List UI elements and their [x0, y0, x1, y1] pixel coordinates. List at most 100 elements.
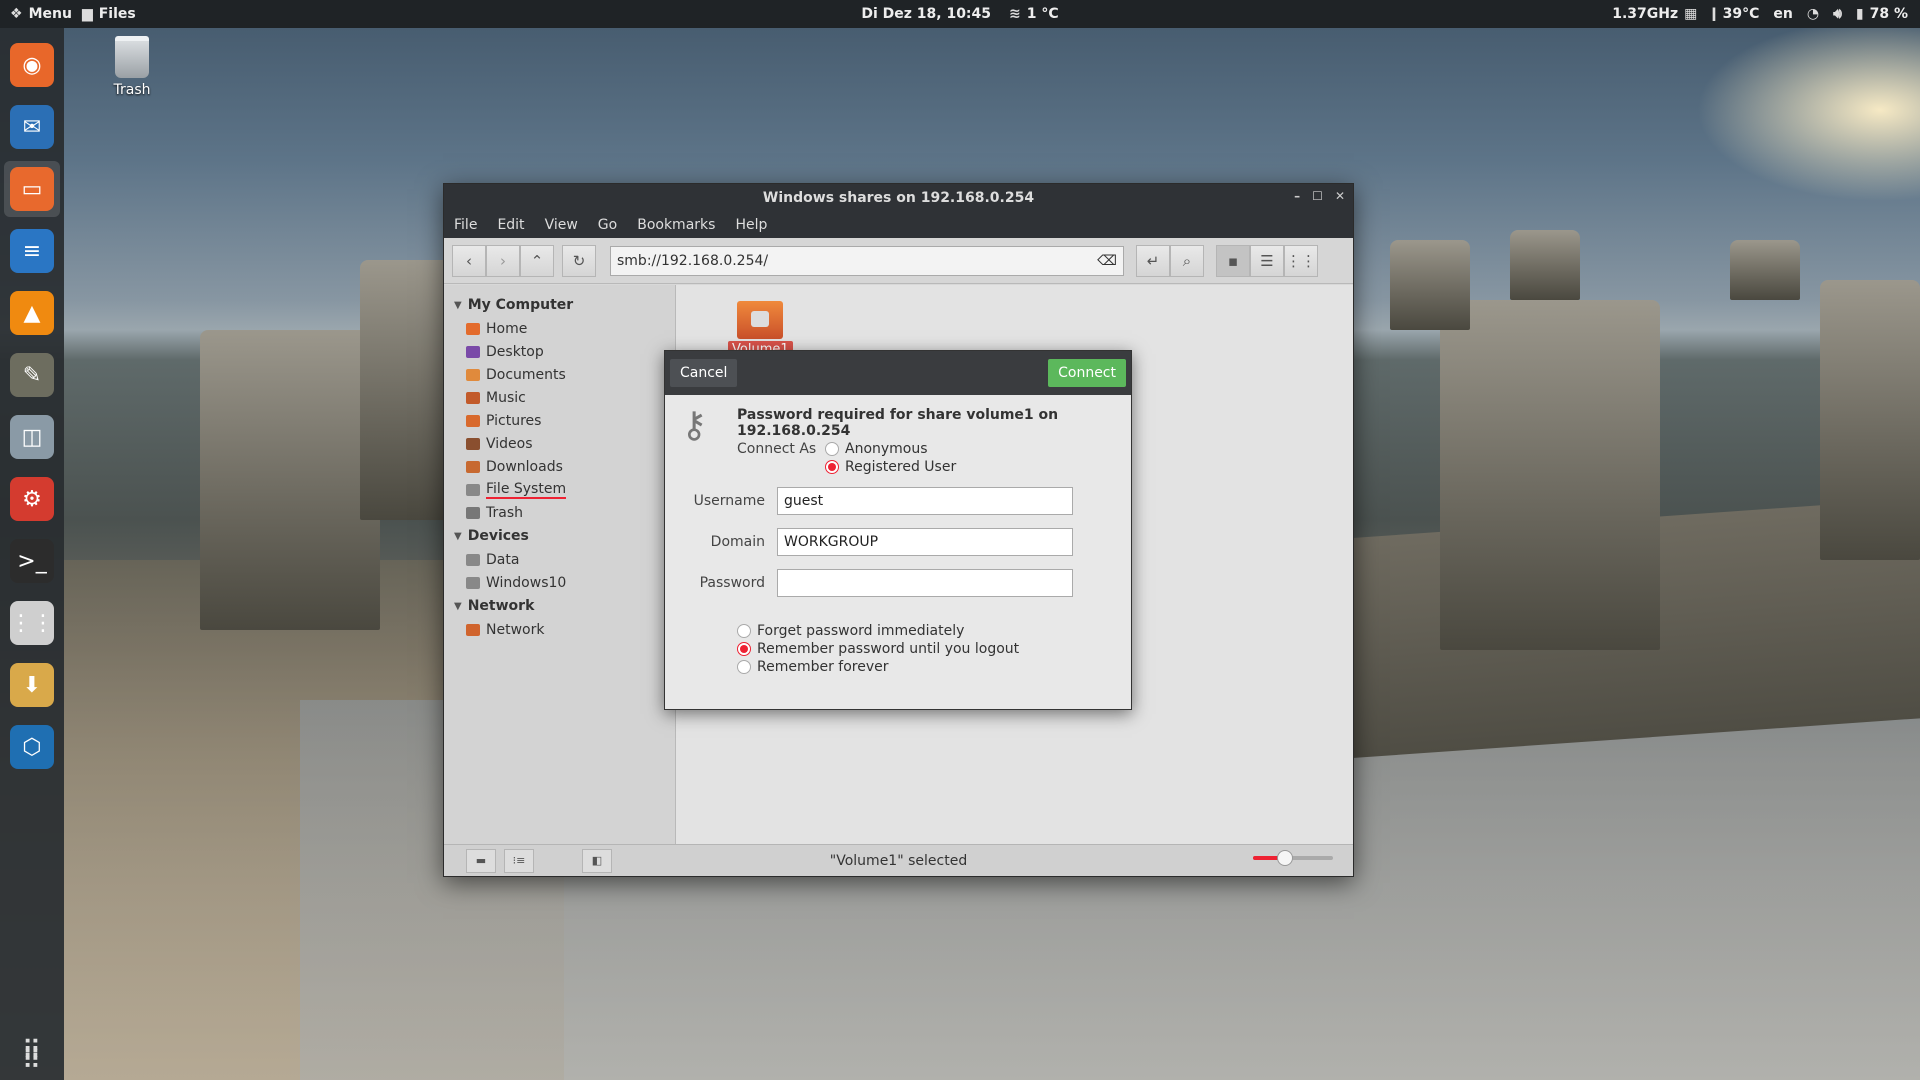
maximize-icon[interactable]: ☐ [1312, 189, 1323, 203]
hide-sidebar-button[interactable]: ◧ [582, 848, 612, 873]
menu-help[interactable]: Help [735, 217, 767, 233]
radio-remember-until-logout[interactable]: Remember password until you logout [737, 641, 1019, 657]
sidebar-item-videos[interactable]: Videos [444, 432, 675, 455]
sidebar-item-data[interactable]: Data [444, 548, 675, 571]
sidebar-item-windows10[interactable]: Windows10 [444, 571, 675, 594]
grid-icon: ▪ [1227, 251, 1239, 270]
thermometer-icon: ǀ [1711, 6, 1717, 22]
wifi-icon[interactable]: ◔ [1807, 6, 1819, 22]
files-icon: ▭ [10, 167, 54, 211]
search-button[interactable]: ⌕ [1170, 244, 1204, 277]
sidebar-item-music[interactable]: Music [444, 386, 675, 409]
show-apps-icon[interactable]: ⠿ ⠿ [0, 1038, 64, 1074]
clear-location-icon[interactable]: ⌫ [1097, 253, 1117, 269]
expander-icon: ▼ [454, 530, 462, 542]
radio-remember-forever[interactable]: Remember forever [737, 659, 889, 675]
desktop-trash[interactable]: Trash [100, 36, 164, 98]
active-app-label: Files [98, 6, 136, 22]
location-bar[interactable]: smb://192.168.0.254/ ⌫ [610, 245, 1124, 276]
sidebar-section-my-computer[interactable]: ▼ My Computer [444, 293, 675, 317]
menu-go[interactable]: Go [598, 217, 617, 233]
radio-button[interactable] [737, 642, 751, 656]
menu-edit[interactable]: Edit [497, 217, 524, 233]
icon-view-button[interactable]: ▪ [1216, 244, 1250, 277]
active-app-menu[interactable]: ▆ Files [82, 6, 136, 22]
dialog-header: Cancel Connect [665, 351, 1131, 395]
dock-item-thunderbird[interactable]: ✉ [4, 99, 60, 155]
radio-registered-user[interactable]: Registered User [825, 459, 956, 475]
folder-icon [466, 483, 480, 496]
menu-view[interactable]: View [545, 217, 578, 233]
show-treeview-button[interactable]: ⁝≡ [504, 848, 534, 873]
sidebar-item-documents[interactable]: Documents [444, 363, 675, 386]
radio-button[interactable] [825, 460, 839, 474]
temperature-indicator[interactable]: ǀ 39°C [1711, 6, 1759, 22]
sidebar-item-home[interactable]: Home [444, 317, 675, 340]
dock-item-firefox[interactable]: ◉ [4, 37, 60, 93]
cpu-indicator[interactable]: 1.37GHz ▦ [1612, 6, 1697, 22]
clock[interactable]: Di Dez 18, 10:45 ≋ 1 °C [861, 6, 1058, 22]
sidebar-item-file-system[interactable]: File System [444, 478, 675, 501]
list-view-button[interactable]: ☰ [1250, 244, 1284, 277]
radio-button[interactable] [825, 442, 839, 456]
menu-button[interactable]: ❖ Menu [10, 6, 72, 22]
dock-item-settings[interactable]: ⚙ [4, 471, 60, 527]
username-label: Username [693, 493, 765, 509]
zoom-slider-knob[interactable] [1277, 850, 1293, 866]
sidebar-item-trash[interactable]: Trash [444, 501, 675, 524]
dock-item-gimp[interactable]: ✎ [4, 347, 60, 403]
radio-button[interactable] [737, 660, 751, 674]
window-titlebar[interactable]: Windows shares on 192.168.0.254 – ☐ ✕ [444, 184, 1353, 212]
cpu-chip-icon: ▦ [1684, 6, 1698, 22]
radio-remember-until-logout-label: Remember password until you logout [757, 641, 1020, 657]
cancel-button[interactable]: Cancel [670, 359, 738, 387]
battery-indicator[interactable]: ▮ 78 % [1856, 6, 1908, 22]
dock-item-files[interactable]: ▭ [4, 161, 60, 217]
up-button[interactable]: ⌃ [520, 244, 554, 277]
radio-anonymous[interactable]: Anonymous [825, 441, 928, 457]
desktop-trash-label: Trash [113, 82, 151, 98]
radio-button[interactable] [737, 624, 751, 638]
dock-item-mixer[interactable]: ⋮⋮ [4, 595, 60, 651]
connect-button[interactable]: Connect [1048, 359, 1126, 387]
weather-fog-icon: ≋ [1009, 6, 1021, 22]
zoom-slider[interactable] [1253, 850, 1333, 866]
username-field[interactable]: guest [777, 487, 1073, 515]
password-label: Password [699, 575, 765, 591]
sidebar-section-devices[interactable]: ▼ Devices [444, 524, 675, 548]
keys-icon: ⚷ [681, 405, 708, 446]
dock-item-writer[interactable]: ≡ [4, 223, 60, 279]
folder-icon [466, 506, 480, 519]
firefox-icon: ◉ [10, 43, 54, 87]
password-field[interactable] [777, 569, 1073, 597]
sidebar-item-pictures[interactable]: Pictures [444, 409, 675, 432]
dock-item-software-center[interactable]: ◫ [4, 409, 60, 465]
places-icon: ▬ [475, 854, 487, 867]
keyboard-indicator[interactable]: en [1773, 6, 1792, 22]
menu-file[interactable]: File [454, 217, 477, 233]
radio-forget-password[interactable]: Forget password immediately [737, 623, 964, 639]
minimize-icon[interactable]: – [1294, 189, 1300, 203]
dock-item-archive[interactable]: ⬇ [4, 657, 60, 713]
toggle-location-button[interactable]: ↵ [1136, 244, 1170, 277]
sidebar-section-network[interactable]: ▼ Network [444, 594, 675, 618]
sidebar-item-label: Videos [486, 435, 533, 452]
back-button[interactable]: ‹ [452, 244, 486, 277]
dock-item-terminal[interactable]: >_ [4, 533, 60, 589]
dock-item-vlc[interactable]: ▲ [4, 285, 60, 341]
terminal-icon: >_ [10, 539, 54, 583]
forward-button[interactable]: › [486, 244, 520, 277]
sidebar-item-desktop[interactable]: Desktop [444, 340, 675, 363]
folder-icon [466, 437, 480, 450]
compact-view-button[interactable]: ⋮⋮ [1284, 244, 1318, 277]
show-places-button[interactable]: ▬ [466, 848, 496, 873]
sidebar-item-downloads[interactable]: Downloads [444, 455, 675, 478]
wallpaper-pillar [200, 330, 380, 630]
dock-item-virtualbox[interactable]: ⬡ [4, 719, 60, 775]
volume-icon[interactable]: 🔊︎ [1833, 6, 1842, 22]
sidebar-item-network[interactable]: Network [444, 618, 675, 641]
reload-button[interactable]: ↻ [562, 244, 596, 277]
menu-bookmarks[interactable]: Bookmarks [637, 217, 715, 233]
close-icon[interactable]: ✕ [1335, 189, 1345, 203]
domain-field[interactable]: WORKGROUP [777, 528, 1073, 556]
